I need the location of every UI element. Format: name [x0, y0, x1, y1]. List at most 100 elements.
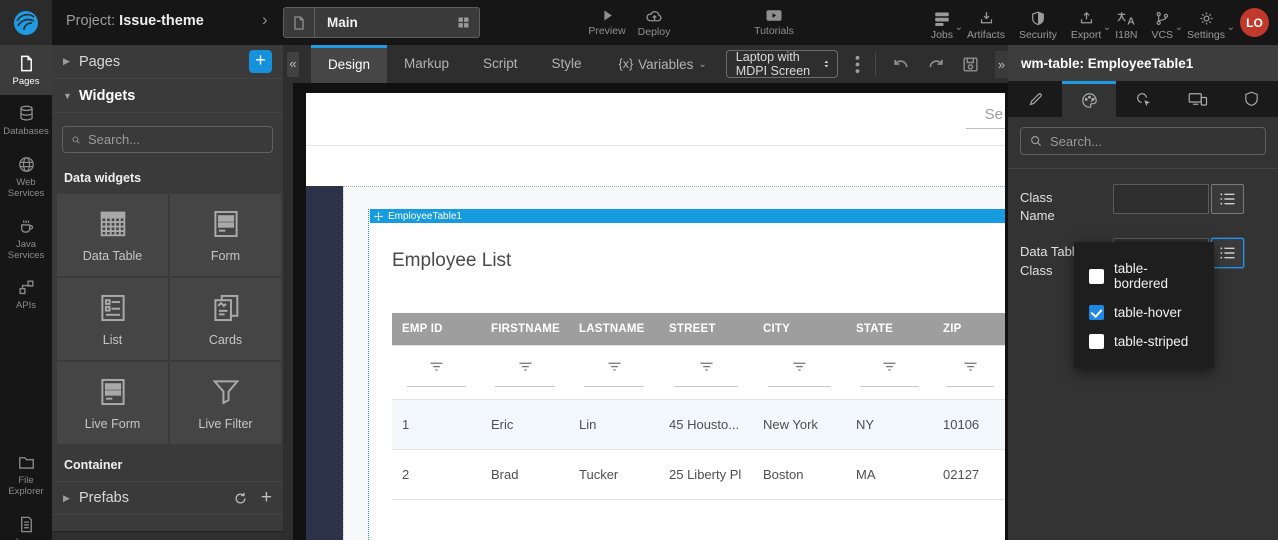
export-button[interactable]: Export ⌄ — [1064, 10, 1108, 41]
tab-properties[interactable] — [1008, 81, 1062, 117]
checkbox[interactable] — [1089, 269, 1104, 284]
variables-button[interactable]: {x} Variables ⌄ — [619, 57, 707, 72]
tab-security[interactable] — [1224, 81, 1278, 117]
column-filter[interactable] — [659, 346, 753, 400]
filter-input[interactable] — [946, 386, 994, 387]
widget-tile-form[interactable]: Form — [170, 194, 281, 276]
page-content-area[interactable]: EmployeeTable1 Employee List — [343, 186, 1005, 540]
column-header[interactable]: EMP ID — [392, 313, 481, 346]
column-filter[interactable] — [569, 346, 659, 400]
column-filter[interactable] — [481, 346, 569, 400]
rail-item-java-services[interactable]: Java Services — [0, 208, 52, 270]
properties-search[interactable] — [1020, 127, 1266, 155]
deploy-label: Deploy — [638, 26, 671, 38]
undo-button[interactable] — [891, 56, 911, 73]
artifacts-button[interactable]: Artifacts — [960, 10, 1012, 41]
filter-input[interactable] — [768, 386, 831, 387]
column-filter[interactable] — [753, 346, 846, 400]
jobs-button[interactable]: Jobs ⌄ — [924, 10, 960, 41]
option-table-bordered[interactable]: table-bordered — [1074, 254, 1214, 298]
table-row[interactable]: 2 Brad Tucker 25 Liberty Pl Boston MA 02… — [392, 450, 1005, 500]
expand-right-panel-button[interactable]: » — [995, 51, 1008, 78]
filter-input[interactable] — [860, 386, 918, 387]
tab-events[interactable] — [1116, 81, 1170, 117]
export-icon — [1078, 10, 1095, 27]
add-page-button[interactable]: + — [249, 50, 272, 73]
tab-style[interactable]: Style — [535, 45, 599, 83]
tab-devices[interactable] — [1170, 81, 1224, 117]
widget-search-input[interactable] — [88, 132, 264, 147]
grid-layout-icon[interactable] — [456, 15, 471, 30]
page-header-section[interactable]: Se — [306, 93, 1005, 146]
widget-tile-cards[interactable]: Cards — [170, 278, 281, 360]
page-left-nav[interactable] — [306, 186, 343, 540]
column-filter[interactable] — [933, 346, 1005, 400]
column-header[interactable]: FIRSTNAME — [481, 313, 569, 346]
preview-button[interactable]: Preview — [584, 0, 630, 45]
tile-label: Live Filter — [198, 417, 252, 431]
prefabs-section-header[interactable]: ▶ Prefabs + — [52, 481, 283, 515]
user-avatar[interactable]: LO — [1240, 8, 1269, 37]
tab-markup[interactable]: Markup — [387, 45, 466, 83]
checkbox[interactable] — [1089, 334, 1104, 349]
filter-input[interactable] — [584, 386, 645, 387]
pages-section-label: Pages — [79, 54, 120, 70]
settings-button[interactable]: Settings ⌄ — [1180, 10, 1232, 41]
selected-widget-handle[interactable]: EmployeeTable1 — [370, 209, 1005, 223]
widget-tile-list[interactable]: List — [57, 278, 168, 360]
properties-search-input[interactable] — [1050, 134, 1257, 149]
data-table-widget[interactable]: Employee List EMP ID FIR — [370, 223, 1005, 540]
widget-tile-live-filter[interactable]: Live Filter — [170, 362, 281, 444]
rail-item-web-services[interactable]: Web Services — [0, 146, 52, 208]
table-row[interactable]: 1 Eric Lin 45 Housto... New York NY 1010… — [392, 400, 1005, 450]
filter-input[interactable] — [407, 386, 467, 387]
column-header[interactable]: ZIP — [933, 313, 1005, 346]
tab-script[interactable]: Script — [466, 45, 535, 83]
collapse-left-panel-button[interactable]: « — [287, 52, 299, 77]
filter-input[interactable] — [674, 386, 738, 387]
class-name-input[interactable] — [1113, 184, 1209, 214]
checkbox[interactable] — [1089, 305, 1104, 320]
option-table-striped[interactable]: table-striped — [1074, 327, 1214, 356]
rail-item-logs[interactable]: Logs — [0, 506, 52, 540]
tab-styles[interactable] — [1062, 81, 1116, 117]
widget-tile-data-table[interactable]: Data Table — [57, 194, 168, 276]
refresh-icon[interactable] — [233, 491, 248, 506]
column-header[interactable]: STREET — [659, 313, 753, 346]
rail-item-pages[interactable]: Pages — [0, 45, 52, 95]
security-button[interactable]: Security — [1012, 10, 1064, 41]
i18n-button[interactable]: A I18N — [1108, 10, 1144, 41]
deploy-button[interactable]: Deploy — [630, 0, 678, 45]
spinner-arrows-icon — [824, 57, 829, 71]
widget-search[interactable] — [62, 126, 273, 153]
tutorials-button[interactable]: Tutorials — [744, 0, 804, 45]
redo-button[interactable] — [926, 56, 946, 73]
vcs-button[interactable]: VCS ⌄ — [1144, 10, 1180, 41]
chevron-right-icon[interactable]: › — [262, 10, 268, 30]
column-header[interactable]: CITY — [753, 313, 846, 346]
class-name-list-button[interactable] — [1211, 184, 1244, 214]
filter-input[interactable] — [495, 386, 554, 387]
column-header[interactable]: STATE — [846, 313, 933, 346]
option-table-hover[interactable]: table-hover — [1074, 298, 1214, 327]
more-options-button[interactable] — [855, 55, 860, 74]
rail-item-file-explorer[interactable]: File Explorer — [0, 444, 52, 506]
open-page-tab[interactable]: Main — [283, 7, 480, 38]
data-table-class-list-button[interactable] — [1211, 238, 1244, 268]
rail-item-apis[interactable]: APIs — [0, 269, 52, 319]
employee-table: EMP ID FIRSTNAME LASTNAME STREET CITY ST… — [392, 313, 1005, 500]
tab-design[interactable]: Design — [311, 45, 387, 83]
pages-section-header[interactable]: ▶ Pages + — [52, 45, 283, 79]
column-header[interactable]: LASTNAME — [569, 313, 659, 346]
add-prefab-button[interactable]: + — [261, 491, 272, 505]
column-filter[interactable] — [846, 346, 933, 400]
save-button[interactable] — [961, 55, 980, 74]
widget-tile-live-form[interactable]: Live Form — [57, 362, 168, 444]
device-preview-select[interactable]: Laptop with MDPI Screen — [726, 50, 839, 78]
widgets-section-header[interactable]: ▼ Widgets — [52, 79, 283, 113]
column-filter[interactable] — [392, 346, 481, 400]
designed-page[interactable]: Se EmployeeTable1 Employee List — [306, 93, 1005, 540]
rail-item-databases[interactable]: Databases — [0, 95, 52, 145]
wavemaker-logo[interactable] — [0, 0, 52, 45]
page-structure-section-header[interactable]: ▶ Page Structure — [52, 531, 283, 540]
